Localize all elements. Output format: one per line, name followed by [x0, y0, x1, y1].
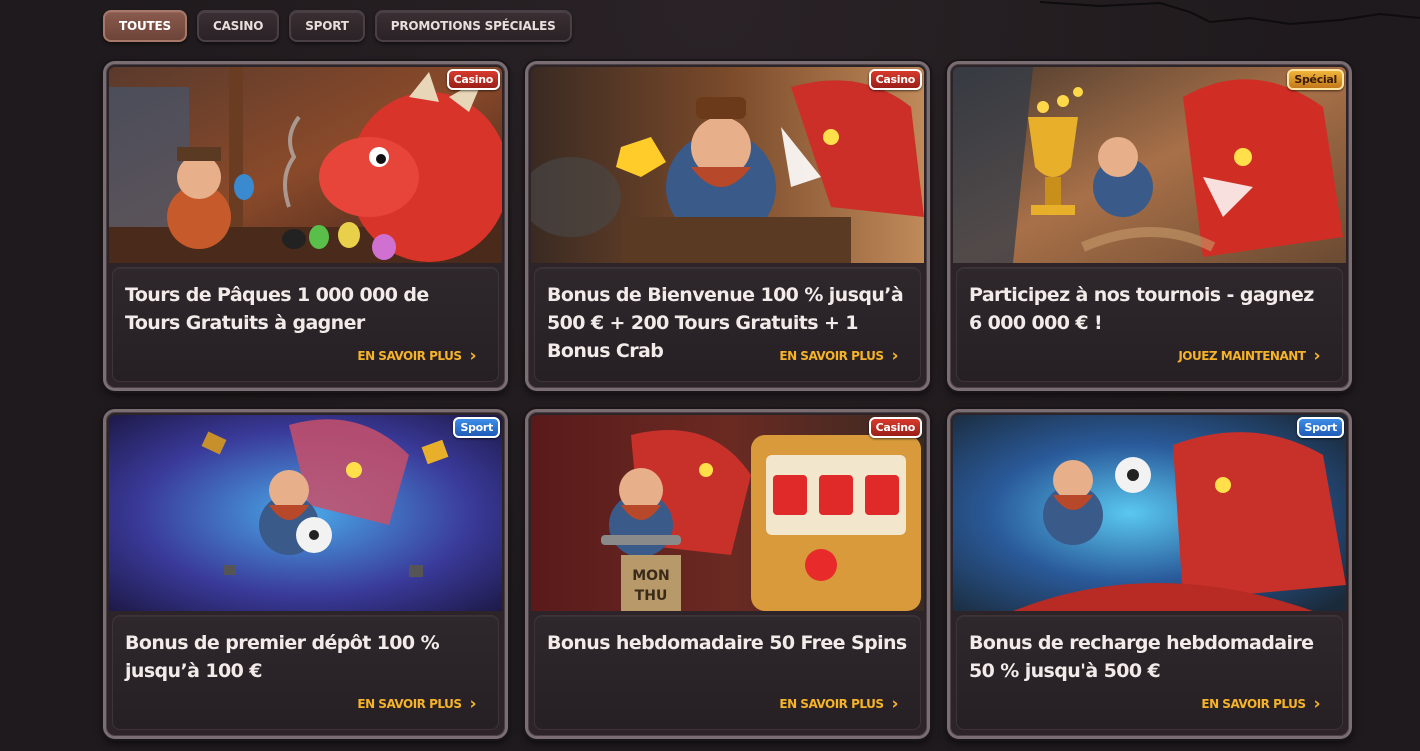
promo-info-panel: Tours de Pâques 1 000 000 de Tours Gratu… [112, 267, 499, 382]
category-badge-casino: Casino [868, 417, 922, 438]
promo-info-panel: Bonus de recharge hebdomadaire 50 % jusq… [956, 615, 1343, 730]
promo-image-weekly-reload [953, 415, 1346, 611]
promo-info-panel: Participez à nos tournois - gagnez 6 000… [956, 267, 1343, 382]
chevron-right-icon: › [469, 346, 476, 366]
chevron-right-icon: › [891, 694, 898, 714]
promo-title: Tours de Pâques 1 000 000 de Tours Gratu… [125, 284, 429, 334]
promotions-grid: Casino Tours de Pâques 1 000 000 de Tour… [103, 61, 1352, 739]
slot-sign-line2: THU [635, 588, 668, 604]
promo-title: Bonus de premier dépôt 100 % jusqu’à 100… [125, 632, 440, 682]
promo-card-weekly-free-spins[interactable]: MON THU Casino Bonus hebdomadaire 50 Fre… [525, 409, 930, 739]
chevron-right-icon: › [469, 694, 476, 714]
category-badge-sport: Sport [453, 417, 500, 438]
promo-title: Participez à nos tournois - gagnez 6 000… [969, 284, 1314, 334]
promo-info-panel: Bonus hebdomadaire 50 Free Spins EN SAVO… [534, 615, 921, 730]
promo-card-weekly-reload[interactable]: Sport Bonus de recharge hebdomadaire 50 … [947, 409, 1352, 739]
background-crack-decoration [1040, 1, 1420, 26]
learn-more-link[interactable]: EN SAVOIR PLUS › [779, 694, 898, 714]
learn-more-link[interactable]: EN SAVOIR PLUS › [779, 346, 898, 366]
cta-label: EN SAVOIR PLUS [357, 349, 462, 363]
chevron-right-icon: › [1313, 346, 1320, 366]
category-badge-casino: Casino [868, 69, 922, 90]
promo-info-panel: Bonus de premier dépôt 100 % jusqu’à 100… [112, 615, 499, 730]
learn-more-link[interactable]: EN SAVOIR PLUS › [357, 346, 476, 366]
chevron-right-icon: › [1313, 694, 1320, 714]
cta-label: EN SAVOIR PLUS [779, 697, 884, 711]
promo-image-weekly-spins: MON THU [531, 415, 924, 611]
category-badge-sport: Sport [1297, 417, 1344, 438]
play-now-link[interactable]: JOUEZ MAINTENANT › [1178, 346, 1320, 366]
promo-card-easter-spins[interactable]: Casino Tours de Pâques 1 000 000 de Tour… [103, 61, 508, 391]
tab-special-promotions[interactable]: PROMOTIONS SPÉCIALES [374, 10, 572, 42]
slot-sign-line1: MON [632, 568, 670, 584]
chevron-right-icon: › [891, 346, 898, 366]
promo-title: Bonus hebdomadaire 50 Free Spins [547, 632, 907, 654]
cta-label: JOUEZ MAINTENANT [1178, 349, 1306, 363]
promo-image-first-deposit [109, 415, 502, 611]
cta-label: EN SAVOIR PLUS [1201, 697, 1306, 711]
promo-image-tournaments [953, 67, 1346, 263]
cta-label: EN SAVOIR PLUS [357, 697, 462, 711]
tab-sport[interactable]: SPORT [289, 10, 365, 42]
promotion-filter-tabs: TOUTES CASINO SPORT PROMOTIONS SPÉCIALES [103, 10, 572, 42]
promo-title: Bonus de recharge hebdomadaire 50 % jusq… [969, 632, 1314, 682]
promo-image-welcome [531, 67, 924, 263]
tab-casino[interactable]: CASINO [196, 10, 280, 42]
category-badge-casino: Casino [446, 69, 500, 90]
category-badge-special: Spécial [1287, 69, 1344, 90]
promo-card-tournaments[interactable]: Spécial Participez à nos tournois - gagn… [947, 61, 1352, 391]
promo-image-easter [109, 67, 502, 263]
cta-label: EN SAVOIR PLUS [779, 349, 884, 363]
tab-all[interactable]: TOUTES [103, 10, 187, 42]
learn-more-link[interactable]: EN SAVOIR PLUS › [1201, 694, 1320, 714]
promo-card-welcome-bonus[interactable]: Casino Bonus de Bienvenue 100 % jusqu’à … [525, 61, 930, 391]
promo-info-panel: Bonus de Bienvenue 100 % jusqu’à 500 € +… [534, 267, 921, 382]
learn-more-link[interactable]: EN SAVOIR PLUS › [357, 694, 476, 714]
promo-card-first-deposit[interactable]: Sport Bonus de premier dépôt 100 % jusqu… [103, 409, 508, 739]
